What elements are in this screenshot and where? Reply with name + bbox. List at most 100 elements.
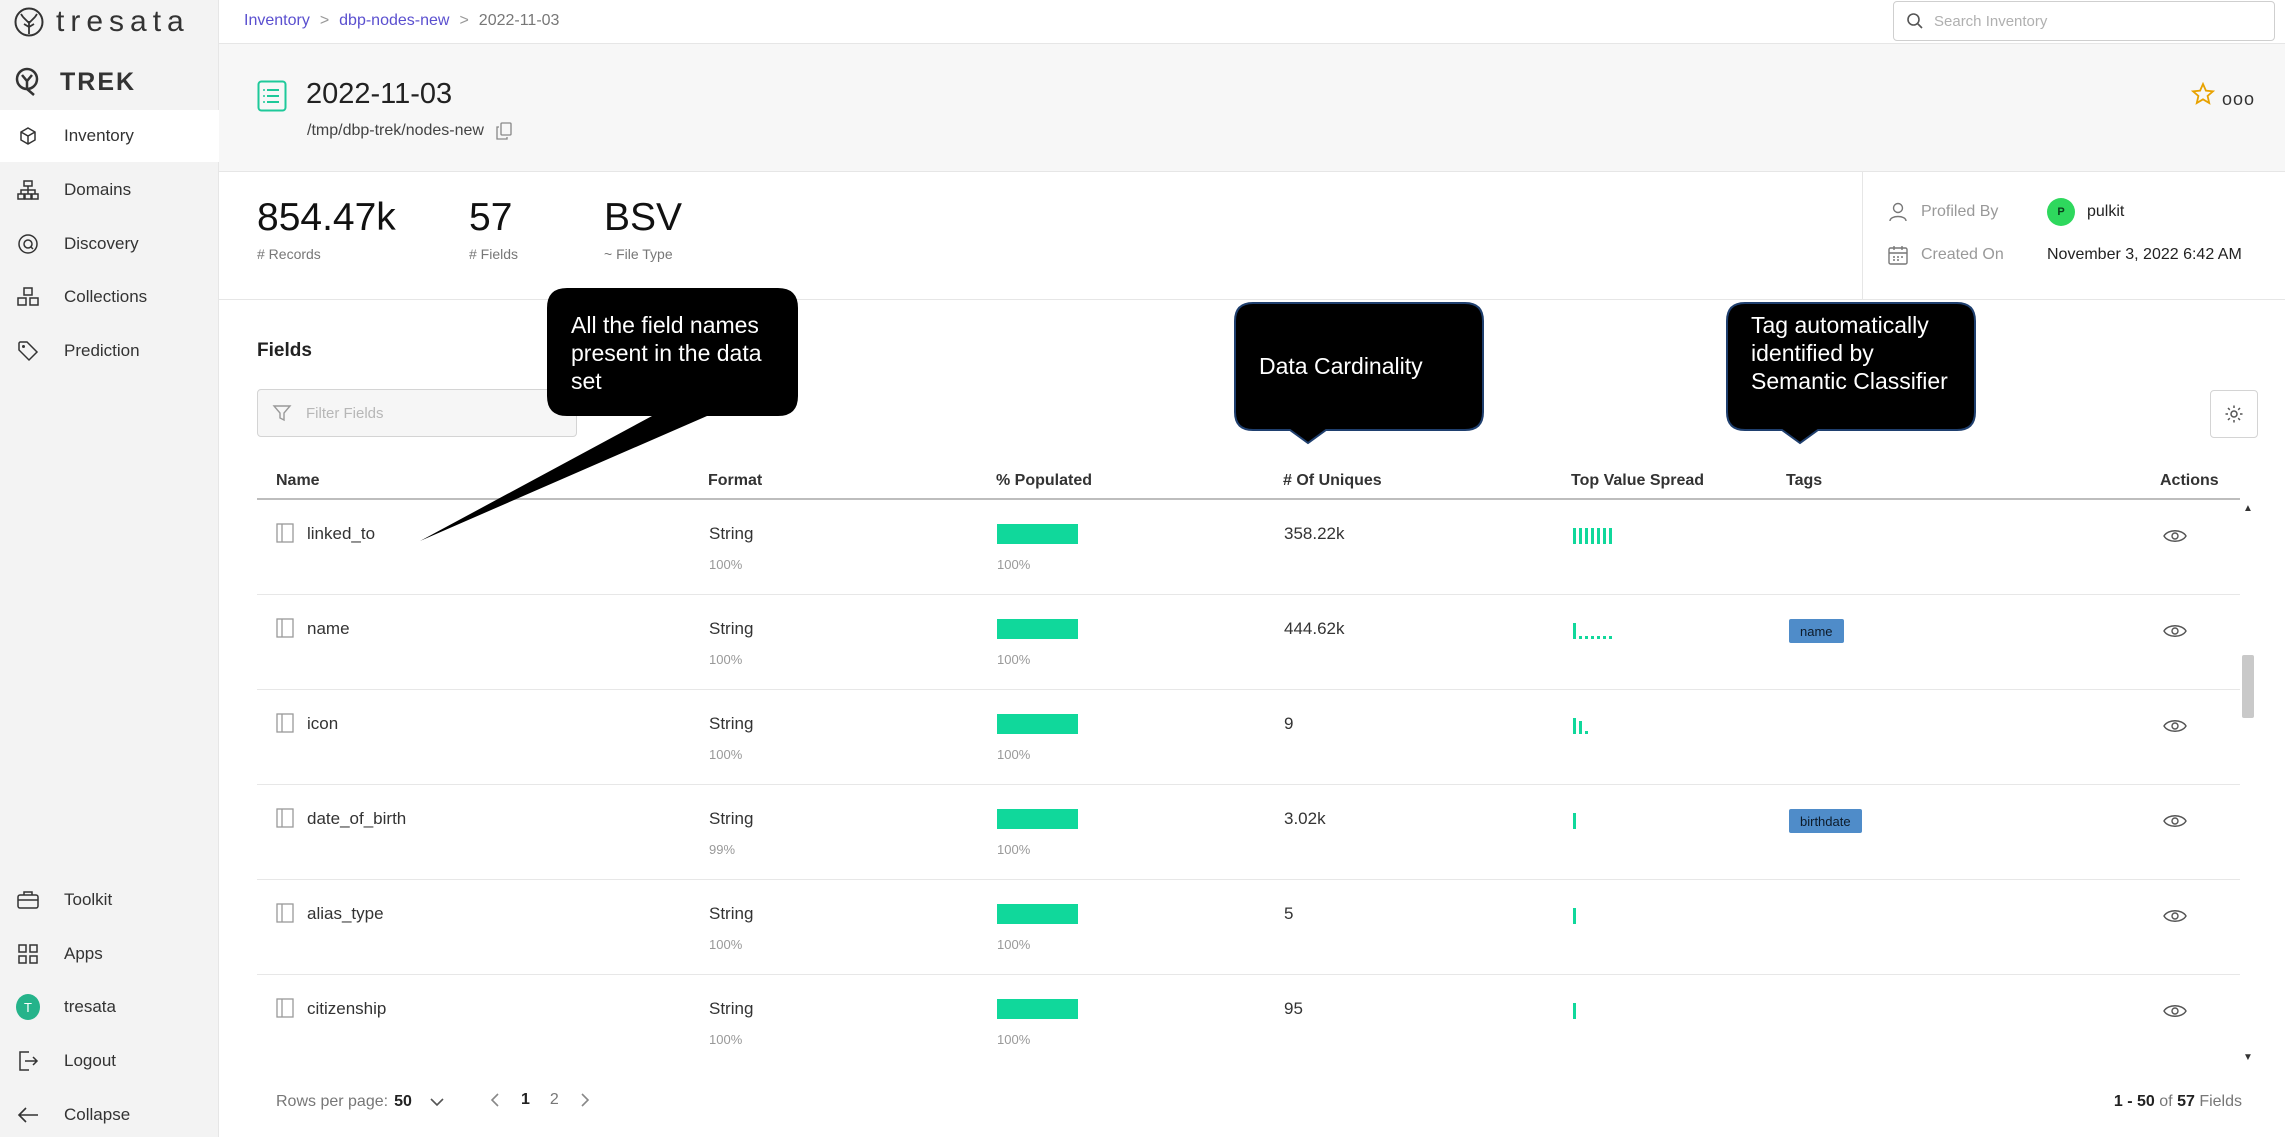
sidebar-item-prediction[interactable]: Prediction — [0, 325, 219, 377]
field-format-pct: 100% — [709, 557, 743, 572]
stats-panel: 854.47k # Records 57 # Fields BSV ~ File… — [219, 172, 2285, 300]
spread-bar — [1579, 528, 1582, 544]
field-name[interactable]: icon — [307, 714, 338, 734]
table-row[interactable]: icon String 100% 100% 9 — [257, 690, 2240, 785]
sidebar-item-user[interactable]: T tresata — [0, 981, 219, 1033]
chevron-down-icon — [430, 1098, 444, 1107]
field-name[interactable]: alias_type — [307, 904, 384, 924]
chevron-left-icon[interactable] — [489, 1092, 501, 1108]
rows-per-page[interactable]: Rows per page: 50 — [276, 1093, 446, 1111]
discovery-icon — [16, 232, 40, 256]
sidebar-item-collapse[interactable]: Collapse — [0, 1089, 219, 1137]
copy-icon[interactable] — [496, 122, 512, 140]
arrow-left-icon — [16, 1103, 40, 1127]
table-body: linked_to String 100% 100% 358.22k name String… — [257, 500, 2240, 1063]
table-row[interactable]: name String 100% 100% 444.62k name — [257, 595, 2240, 690]
populated-bar — [997, 999, 1078, 1019]
populated-pct: 100% — [997, 747, 1031, 762]
cube-icon — [16, 124, 40, 148]
sidebar-item-apps[interactable]: Apps — [0, 928, 219, 980]
col-top-value-spread[interactable]: Top Value Spread — [1571, 472, 1704, 490]
populated-pct: 100% — [997, 652, 1031, 667]
populated-bar — [997, 809, 1078, 829]
profiled-by: Profiled By P pulkit — [1887, 198, 2124, 226]
search-input[interactable] — [1934, 12, 2254, 30]
sidebar-item-toolkit[interactable]: Toolkit — [0, 874, 219, 926]
trek-logo-icon — [15, 67, 39, 96]
semantic-tag[interactable]: name — [1789, 619, 1844, 643]
more-options-icon[interactable]: ooo — [2222, 89, 2255, 110]
field-name[interactable]: citizenship — [307, 999, 386, 1019]
page-range: 1 - 50 of 57 Fields — [2114, 1093, 2242, 1111]
table-scrollbar[interactable]: ▲ ▼ — [2240, 500, 2256, 1063]
spread-bar — [1573, 908, 1576, 924]
field-name[interactable]: date_of_birth — [307, 809, 406, 829]
created-on-label: Created On — [1921, 246, 2004, 263]
eye-icon[interactable] — [2163, 718, 2187, 734]
user-avatar: T — [16, 994, 40, 1020]
star-icon[interactable] — [2191, 82, 2215, 106]
scroll-up-icon[interactable]: ▲ — [2243, 503, 2253, 514]
filter-box[interactable] — [257, 389, 577, 437]
page-1[interactable]: 1 — [521, 1091, 530, 1109]
sidebar-item-domains[interactable]: Domains — [0, 164, 219, 216]
sidebar-item-logout[interactable]: Logout — [0, 1035, 219, 1087]
table-row[interactable]: citizenship String 100% 100% 95 — [257, 975, 2240, 1063]
col-name[interactable]: Name — [276, 472, 320, 490]
eye-icon[interactable] — [2163, 813, 2187, 829]
col-populated[interactable]: % Populated — [996, 472, 1092, 490]
col-actions: Actions — [2160, 472, 2219, 489]
stat-fields: 57 # Fields — [469, 196, 518, 262]
sidebar-item-collections[interactable]: Collections — [0, 271, 219, 323]
top-value-spread[interactable] — [1571, 999, 1581, 1021]
top-value-spread[interactable] — [1571, 524, 1617, 546]
field-format-pct: 100% — [709, 937, 743, 952]
scroll-thumb[interactable] — [2242, 655, 2254, 718]
field-format-pct: 100% — [709, 1032, 743, 1047]
sidebar-item-label: Logout — [64, 1051, 116, 1070]
table-row[interactable]: alias_type String 100% 100% 5 — [257, 880, 2240, 975]
scroll-down-icon[interactable]: ▼ — [2243, 1052, 2253, 1063]
column-settings-button[interactable] — [2210, 390, 2258, 438]
breadcrumb-folder[interactable]: dbp-nodes-new — [339, 12, 449, 30]
tag-icon — [16, 339, 40, 363]
eye-icon[interactable] — [2163, 1003, 2187, 1019]
profiled-by-label: Profiled By — [1921, 203, 1999, 220]
product-logo[interactable]: TREK — [14, 64, 136, 100]
rows-per-page-label: Rows per page: — [276, 1093, 389, 1110]
field-format: String — [709, 904, 754, 923]
field-format: String — [709, 809, 754, 828]
eye-icon[interactable] — [2163, 528, 2187, 544]
eye-icon[interactable] — [2163, 908, 2187, 924]
field-name[interactable]: linked_to — [307, 524, 375, 544]
col-format[interactable]: Format — [708, 472, 762, 490]
top-value-spread[interactable] — [1571, 904, 1581, 926]
filter-fields-input[interactable] — [306, 404, 556, 422]
table-row[interactable]: date_of_birth String 99% 100% 3.02k birthdate — [257, 785, 2240, 880]
field-name[interactable]: name — [307, 619, 350, 639]
page-2[interactable]: 2 — [550, 1091, 559, 1109]
top-value-spread[interactable] — [1571, 619, 1617, 641]
semantic-tag[interactable]: birthdate — [1789, 809, 1862, 833]
range-text: 1 - 50 — [2113, 1093, 2155, 1110]
eye-icon[interactable] — [2163, 623, 2187, 639]
sidebar-item-discovery[interactable]: Discovery — [0, 218, 219, 270]
topbar: Inventory > dbp-nodes-new > 2022-11-03 — [219, 0, 2285, 44]
col-tags[interactable]: Tags — [1786, 472, 1822, 490]
search-box[interactable] — [1893, 1, 2275, 41]
search-icon — [1907, 13, 1923, 29]
spread-bar — [1573, 528, 1576, 544]
brand-logo[interactable]: tresata — [14, 4, 190, 40]
spread-bar — [1597, 636, 1600, 639]
top-value-spread[interactable] — [1571, 714, 1593, 736]
top-value-spread[interactable] — [1571, 809, 1581, 831]
chevron-right-icon[interactable] — [579, 1092, 591, 1108]
breadcrumb-inventory[interactable]: Inventory — [244, 12, 310, 30]
sidebar-item-inventory[interactable]: Inventory — [0, 110, 219, 162]
avatar-letter: T — [16, 994, 40, 1020]
product-name: TREK — [60, 67, 137, 96]
col-uniques[interactable]: # Of Uniques — [1283, 472, 1382, 490]
field-format: String — [709, 619, 754, 638]
spread-bar — [1591, 636, 1594, 639]
table-row[interactable]: linked_to String 100% 100% 358.22k — [257, 500, 2240, 595]
